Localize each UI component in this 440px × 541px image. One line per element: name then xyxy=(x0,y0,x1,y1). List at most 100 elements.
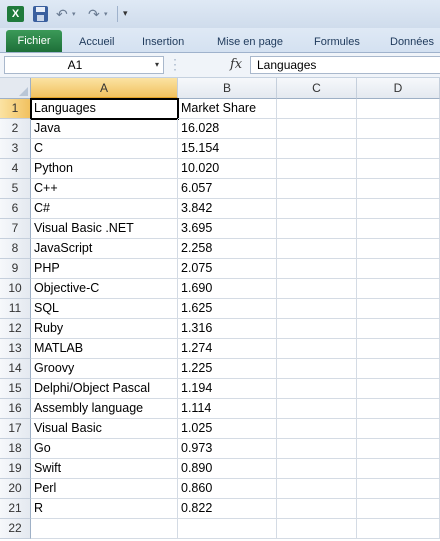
row-header[interactable]: 18 xyxy=(0,439,31,459)
cell-d22[interactable] xyxy=(357,519,440,539)
cell-b3[interactable]: 15.154 xyxy=(178,139,277,159)
name-box[interactable]: A1 ▾ xyxy=(4,56,164,74)
cell-b11[interactable]: 1.625 xyxy=(178,299,277,319)
row-header[interactable]: 16 xyxy=(0,399,31,419)
row-header[interactable]: 8 xyxy=(0,239,31,259)
select-all-corner[interactable] xyxy=(0,78,31,99)
cell-c21[interactable] xyxy=(277,499,357,519)
cell-b4[interactable]: 10.020 xyxy=(178,159,277,179)
row-header[interactable]: 10 xyxy=(0,279,31,299)
cell-c6[interactable] xyxy=(277,199,357,219)
row-header[interactable]: 11 xyxy=(0,299,31,319)
cell-c15[interactable] xyxy=(277,379,357,399)
row-header[interactable]: 21 xyxy=(0,499,31,519)
tab-formulas[interactable]: Formules xyxy=(314,32,360,52)
cell-a19[interactable]: Swift xyxy=(31,459,178,479)
cell-c1[interactable] xyxy=(277,99,357,119)
cell-d5[interactable] xyxy=(357,179,440,199)
cell-d21[interactable] xyxy=(357,499,440,519)
cell-b16[interactable]: 1.114 xyxy=(178,399,277,419)
cell-a16[interactable]: Assembly language xyxy=(31,399,178,419)
cell-a6[interactable]: C# xyxy=(31,199,178,219)
cell-b20[interactable]: 0.860 xyxy=(178,479,277,499)
cell-a8[interactable]: JavaScript xyxy=(31,239,178,259)
cell-d1[interactable] xyxy=(357,99,440,119)
cell-d17[interactable] xyxy=(357,419,440,439)
cell-a4[interactable]: Python xyxy=(31,159,178,179)
cell-a7[interactable]: Visual Basic .NET xyxy=(31,219,178,239)
row-header[interactable]: 13 xyxy=(0,339,31,359)
cell-a11[interactable]: SQL xyxy=(31,299,178,319)
row-header[interactable]: 17 xyxy=(0,419,31,439)
cell-a17[interactable]: Visual Basic xyxy=(31,419,178,439)
cell-b13[interactable]: 1.274 xyxy=(178,339,277,359)
cell-c12[interactable] xyxy=(277,319,357,339)
cell-a10[interactable]: Objective-C xyxy=(31,279,178,299)
cell-b21[interactable]: 0.822 xyxy=(178,499,277,519)
row-header[interactable]: 2 xyxy=(0,119,31,139)
cell-b17[interactable]: 1.025 xyxy=(178,419,277,439)
cell-b14[interactable]: 1.225 xyxy=(178,359,277,379)
cell-d15[interactable] xyxy=(357,379,440,399)
cell-a9[interactable]: PHP xyxy=(31,259,178,279)
cell-d9[interactable] xyxy=(357,259,440,279)
cell-d3[interactable] xyxy=(357,139,440,159)
cell-c14[interactable] xyxy=(277,359,357,379)
cell-d6[interactable] xyxy=(357,199,440,219)
row-header[interactable]: 22 xyxy=(0,519,31,539)
cell-a2[interactable]: Java xyxy=(31,119,178,139)
cell-c20[interactable] xyxy=(277,479,357,499)
cell-c8[interactable] xyxy=(277,239,357,259)
cell-b5[interactable]: 6.057 xyxy=(178,179,277,199)
cell-d13[interactable] xyxy=(357,339,440,359)
tab-insert[interactable]: Insertion xyxy=(142,32,184,52)
cell-b15[interactable]: 1.194 xyxy=(178,379,277,399)
row-header[interactable]: 6 xyxy=(0,199,31,219)
column-header-a[interactable]: A xyxy=(31,78,178,99)
tab-home[interactable]: Accueil xyxy=(79,32,114,52)
cell-b8[interactable]: 2.258 xyxy=(178,239,277,259)
cell-d18[interactable] xyxy=(357,439,440,459)
cell-a22[interactable] xyxy=(31,519,178,539)
column-header-c[interactable]: C xyxy=(277,78,357,99)
cell-b22[interactable] xyxy=(178,519,277,539)
cell-d4[interactable] xyxy=(357,159,440,179)
cell-d19[interactable] xyxy=(357,459,440,479)
excel-icon[interactable]: X xyxy=(7,6,24,22)
cell-a14[interactable]: Groovy xyxy=(31,359,178,379)
cell-c10[interactable] xyxy=(277,279,357,299)
column-header-d[interactable]: D xyxy=(357,78,440,99)
cell-d11[interactable] xyxy=(357,299,440,319)
cell-b19[interactable]: 0.890 xyxy=(178,459,277,479)
cell-d16[interactable] xyxy=(357,399,440,419)
cell-c17[interactable] xyxy=(277,419,357,439)
cell-c22[interactable] xyxy=(277,519,357,539)
customize-toolbar-icon[interactable]: ▾ xyxy=(123,8,128,19)
cell-b9[interactable]: 2.075 xyxy=(178,259,277,279)
redo-dropdown-icon[interactable]: ▾ xyxy=(104,10,108,18)
cell-a18[interactable]: Go xyxy=(31,439,178,459)
cell-c5[interactable] xyxy=(277,179,357,199)
cell-c18[interactable] xyxy=(277,439,357,459)
cell-b10[interactable]: 1.690 xyxy=(178,279,277,299)
cell-c11[interactable] xyxy=(277,299,357,319)
cell-a15[interactable]: Delphi/Object Pascal xyxy=(31,379,178,399)
cell-d20[interactable] xyxy=(357,479,440,499)
chevron-down-icon[interactable]: ▾ xyxy=(155,57,159,73)
cell-a3[interactable]: C xyxy=(31,139,178,159)
cell-b6[interactable]: 3.842 xyxy=(178,199,277,219)
cell-d8[interactable] xyxy=(357,239,440,259)
cell-c19[interactable] xyxy=(277,459,357,479)
cell-d12[interactable] xyxy=(357,319,440,339)
undo-icon[interactable]: ↶ xyxy=(56,6,70,22)
cell-b18[interactable]: 0.973 xyxy=(178,439,277,459)
cell-d10[interactable] xyxy=(357,279,440,299)
formula-bar-splitter[interactable]: ⋮ xyxy=(168,56,182,74)
tab-data[interactable]: Données xyxy=(390,32,434,52)
cell-c16[interactable] xyxy=(277,399,357,419)
row-header[interactable]: 19 xyxy=(0,459,31,479)
row-header[interactable]: 4 xyxy=(0,159,31,179)
cell-d2[interactable] xyxy=(357,119,440,139)
cell-d14[interactable] xyxy=(357,359,440,379)
cell-c4[interactable] xyxy=(277,159,357,179)
